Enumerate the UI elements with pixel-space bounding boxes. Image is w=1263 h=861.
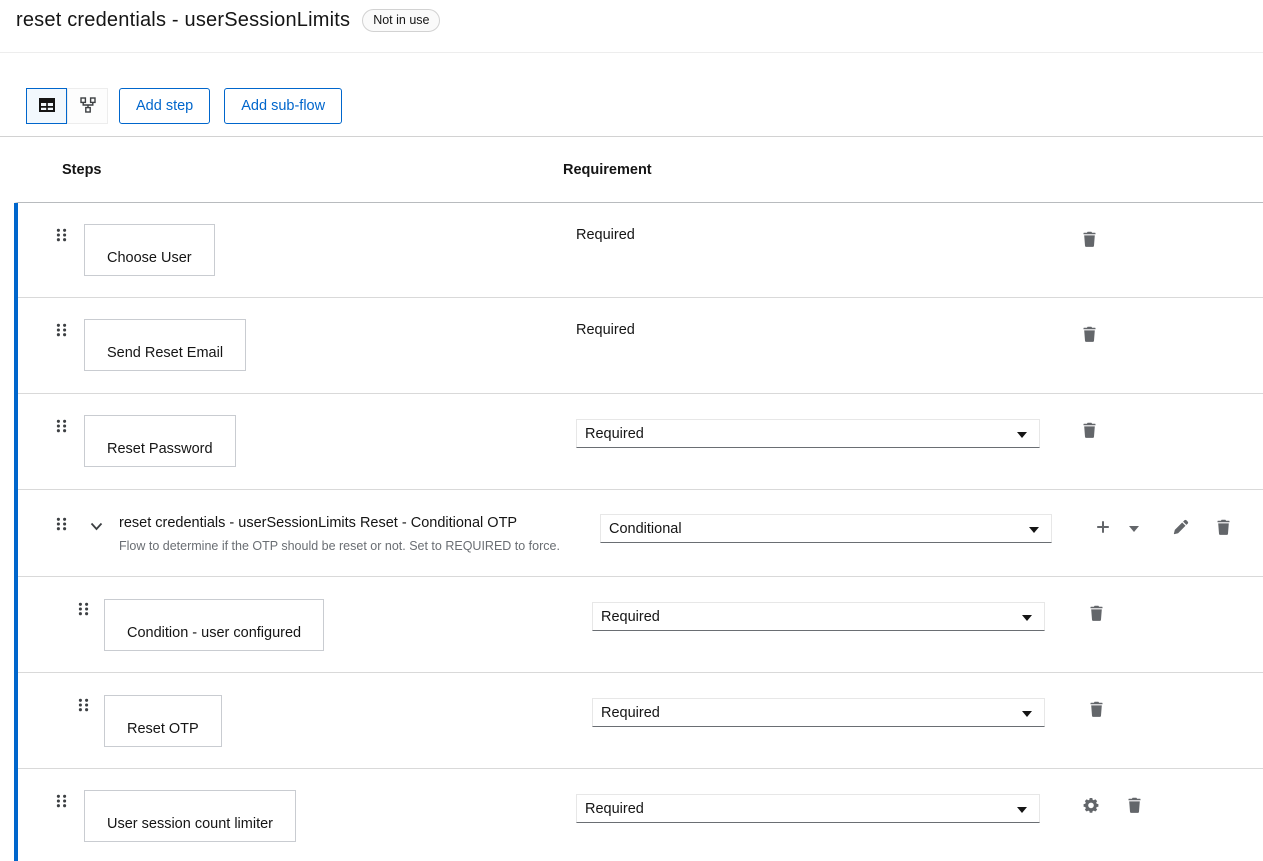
plus-icon [1095, 523, 1111, 538]
flow-toolbar: Add step Add sub-flow [0, 53, 1263, 137]
drag-handle[interactable] [55, 794, 68, 808]
delete-button[interactable] [1089, 605, 1104, 622]
trash-icon [1082, 330, 1097, 345]
requirement-value: Required [576, 322, 635, 338]
caret-down-icon [1022, 705, 1032, 721]
caret-down-icon [1029, 521, 1039, 537]
trash-icon [1089, 705, 1104, 720]
step-card-label: Reset OTP [127, 721, 199, 737]
trash-icon [1082, 426, 1097, 441]
caret-down-icon [1017, 801, 1027, 817]
add-step-to-flow-button[interactable] [1095, 519, 1111, 536]
table-header: Steps Requirement [14, 137, 1263, 203]
requirement-select-value: Required [585, 801, 644, 817]
step-card-label: Condition - user configured [127, 625, 301, 641]
grip-vertical-icon [77, 604, 90, 619]
requirement-select-value: Conditional [609, 521, 682, 537]
flow-row-step: Reset Password Required [18, 393, 1263, 489]
edit-button[interactable] [1173, 519, 1189, 536]
trash-icon [1127, 801, 1142, 816]
flow-row-step: Reset OTP Required [18, 672, 1263, 768]
diagram-view-toggle[interactable] [67, 88, 108, 124]
delete-button[interactable] [1089, 701, 1104, 718]
flow-row-step: Send Reset Email Required [18, 297, 1263, 393]
requirement-select-value: Required [601, 705, 660, 721]
step-card-label: Choose User [107, 250, 192, 266]
view-toggle-group [26, 88, 108, 124]
page-title: reset credentials - userSessionLimits [16, 9, 350, 32]
step-card[interactable]: Reset OTP [104, 695, 222, 747]
flow-row-subflow: reset credentials - userSessionLimits Re… [18, 489, 1263, 576]
step-card-label: User session count limiter [107, 816, 273, 832]
delete-button[interactable] [1082, 326, 1097, 343]
grip-vertical-icon [55, 230, 68, 245]
delete-button[interactable] [1082, 422, 1097, 439]
drag-handle[interactable] [77, 602, 90, 616]
caret-down-icon [1129, 520, 1139, 535]
status-badge: Not in use [362, 9, 440, 32]
step-card[interactable]: Send Reset Email [84, 319, 246, 371]
drag-handle[interactable] [55, 323, 68, 337]
page-header: reset credentials - userSessionLimits No… [0, 0, 1263, 53]
flow-row-step: Condition - user configured Required [18, 576, 1263, 672]
drag-handle[interactable] [55, 517, 68, 531]
flow-options-button[interactable] [1129, 519, 1139, 536]
table-view-toggle[interactable] [26, 88, 67, 124]
subflow-description: Flow to determine if the OTP should be r… [119, 539, 560, 553]
column-header-steps: Steps [18, 162, 563, 178]
table-view-icon [39, 98, 55, 115]
requirement-value: Required [576, 227, 635, 243]
requirement-select[interactable]: Required [576, 419, 1040, 448]
requirement-select[interactable]: Required [576, 794, 1040, 823]
drag-handle[interactable] [55, 228, 68, 242]
diagram-view-icon [80, 97, 96, 116]
grip-vertical-icon [55, 325, 68, 340]
requirement-select-value: Required [585, 426, 644, 442]
collapse-subflow-button[interactable] [90, 519, 103, 528]
grip-vertical-icon [55, 421, 68, 436]
chevron-down-icon [90, 519, 103, 534]
trash-icon [1089, 609, 1104, 624]
grip-vertical-icon [55, 796, 68, 811]
caret-down-icon [1017, 426, 1027, 442]
step-card-label: Send Reset Email [107, 345, 223, 361]
grip-vertical-icon [77, 700, 90, 715]
flow-row-step: User session count limiter Required [18, 768, 1263, 861]
grip-vertical-icon [55, 519, 68, 534]
trash-icon [1082, 235, 1097, 250]
step-card[interactable]: Reset Password [84, 415, 236, 467]
delete-button[interactable] [1127, 797, 1142, 814]
delete-button[interactable] [1216, 519, 1231, 536]
drag-handle[interactable] [55, 419, 68, 433]
step-card-label: Reset Password [107, 441, 213, 457]
flow-table: Steps Requirement Choose UserRequiredSen… [14, 137, 1263, 861]
requirement-select[interactable]: Required [592, 602, 1045, 631]
flow-row-step: Choose User Required [18, 203, 1263, 297]
add-subflow-button[interactable]: Add sub-flow [224, 88, 342, 124]
step-card[interactable]: User session count limiter [84, 790, 296, 842]
settings-button[interactable] [1083, 797, 1099, 814]
flow-rows: Choose User Required Send Reset Email Requi… [14, 203, 1263, 861]
add-step-button[interactable]: Add step [119, 88, 210, 124]
trash-icon [1216, 523, 1231, 538]
requirement-select[interactable]: Conditional [600, 514, 1052, 543]
column-header-requirement: Requirement [563, 162, 1053, 178]
gear-icon [1083, 801, 1099, 816]
delete-button[interactable] [1082, 231, 1097, 248]
step-card[interactable]: Condition - user configured [104, 599, 324, 651]
pencil-icon [1173, 523, 1189, 538]
step-card[interactable]: Choose User [84, 224, 215, 276]
drag-handle[interactable] [77, 698, 90, 712]
requirement-select[interactable]: Required [592, 698, 1045, 727]
caret-down-icon [1022, 609, 1032, 625]
requirement-select-value: Required [601, 609, 660, 625]
subflow-title: reset credentials - userSessionLimits Re… [119, 515, 560, 531]
